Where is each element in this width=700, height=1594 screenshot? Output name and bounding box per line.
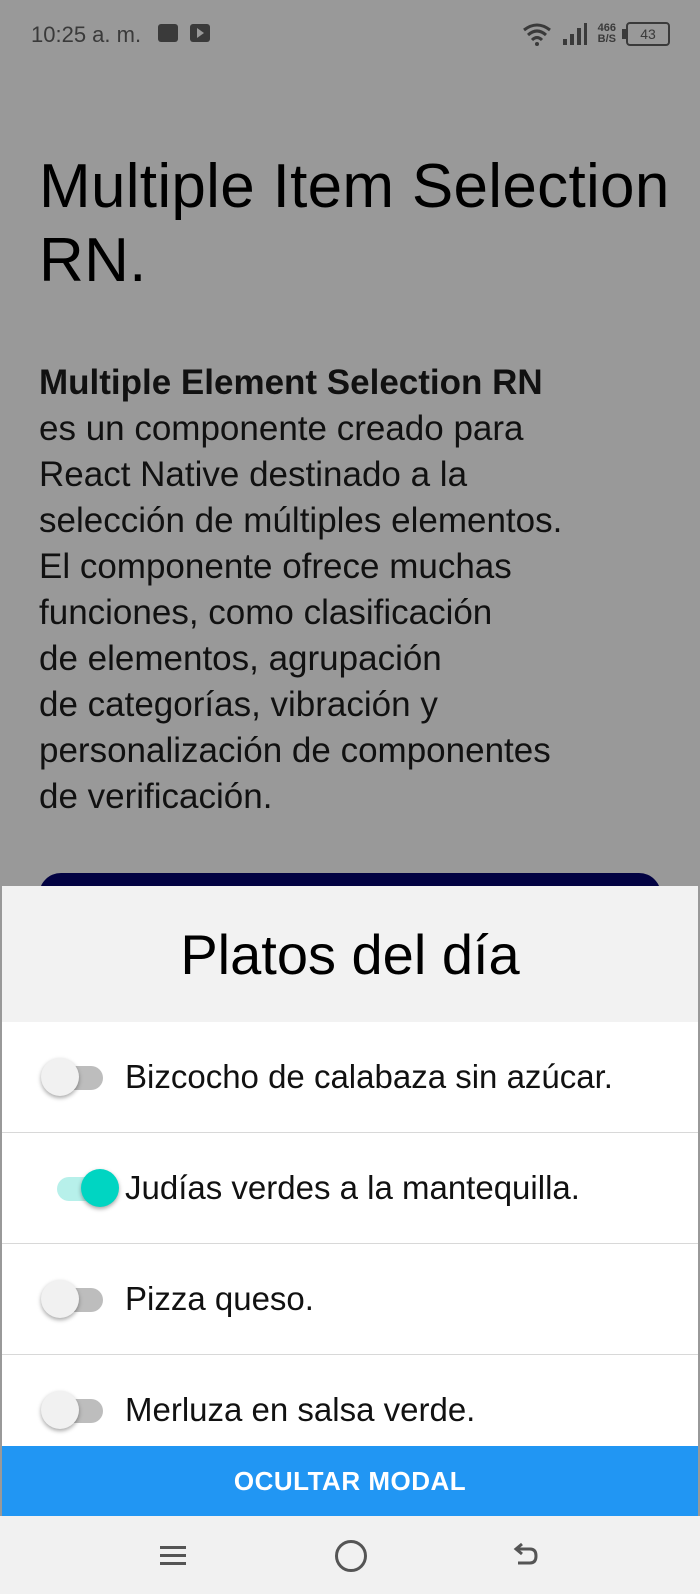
- description: Multiple Element Selection RN es un comp…: [39, 360, 679, 820]
- list-item[interactable]: Pizza queso.: [2, 1244, 698, 1355]
- item-switch[interactable]: [41, 1390, 105, 1430]
- modal-sheet: Platos del día Bizcocho de calabaza sin …: [2, 886, 698, 1516]
- hide-modal-button[interactable]: OCULTAR MODAL: [2, 1446, 698, 1516]
- battery-icon: 43: [622, 22, 670, 46]
- switch-thumb: [41, 1391, 79, 1429]
- switch-thumb: [81, 1169, 119, 1207]
- signal-icon: [562, 23, 587, 45]
- main-content: Multiple Item Selection RN. Multiple Ele…: [39, 150, 679, 820]
- status-time: 10:25 a. m.: [31, 22, 142, 47]
- item-label: Bizcocho de calabaza sin azúcar.: [125, 1058, 613, 1095]
- youtube-icon: [190, 24, 210, 42]
- status-bar: 10:25 a. m. 466 B/S 43: [0, 0, 700, 70]
- page-title: Multiple Item Selection RN.: [39, 152, 670, 295]
- switch-thumb: [41, 1058, 79, 1096]
- description-body: es un componente creado para React Nativ…: [39, 409, 563, 816]
- menu-icon[interactable]: [160, 1541, 190, 1571]
- item-switch[interactable]: [41, 1279, 105, 1319]
- home-icon[interactable]: [335, 1540, 367, 1572]
- back-icon[interactable]: [510, 1541, 540, 1571]
- item-switch[interactable]: [41, 1057, 105, 1097]
- item-switch[interactable]: [57, 1168, 121, 1208]
- list-item[interactable]: Judías verdes a la mantequilla.: [2, 1133, 698, 1244]
- switch-thumb: [41, 1280, 79, 1318]
- list-item[interactable]: Bizcocho de calabaza sin azúcar.: [2, 1022, 698, 1133]
- wifi-icon: [522, 23, 551, 46]
- item-label: Pizza queso.: [125, 1280, 314, 1317]
- navigation-bar: [0, 1516, 700, 1594]
- battery-level: 43: [640, 26, 656, 42]
- document-icon: [158, 24, 178, 42]
- network-speed-unit: B/S: [597, 33, 616, 45]
- description-highlight: Multiple Element Selection RN: [39, 363, 543, 402]
- item-label: Judías verdes a la mantequilla.: [125, 1169, 580, 1206]
- status-app-icons: [158, 24, 210, 42]
- item-label: Merluza en salsa verde.: [125, 1391, 476, 1428]
- status-right: 466 B/S 43: [522, 22, 670, 46]
- network-speed: 466 B/S: [598, 23, 616, 45]
- modal-header: Platos del día: [2, 886, 698, 1022]
- modal-title: Platos del día: [180, 922, 520, 986]
